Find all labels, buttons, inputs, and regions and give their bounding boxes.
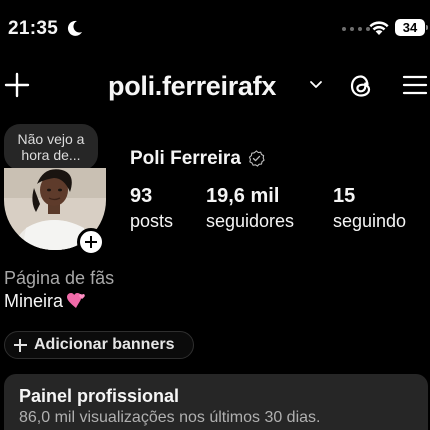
stat-following[interactable]: 15 seguindo <box>333 184 406 233</box>
stat-followers[interactable]: 19,6 mil seguidores <box>206 184 294 233</box>
dashboard-title: Painel profissional <box>19 386 180 406</box>
stat-value: 93 <box>130 185 153 207</box>
moon-icon <box>67 20 82 36</box>
profile-bio: Mineira <box>4 290 86 312</box>
battery-indicator: 34 <box>395 19 428 36</box>
profile-header: poli.ferreirafx <box>0 60 430 112</box>
stat-label: seguindo <box>333 211 407 231</box>
professional-dashboard-card[interactable]: Painel profissional 86,0 mil visualizaçõ… <box>4 374 428 430</box>
profile-category: Página de fãs <box>4 268 115 288</box>
stat-posts[interactable]: 93 posts <box>130 184 173 233</box>
chevron-down-icon[interactable] <box>309 80 323 90</box>
add-banners-button[interactable]: Adicionar banners <box>4 331 194 359</box>
bio-text: Mineira <box>4 291 64 311</box>
stat-value: 15 <box>333 185 356 207</box>
plus-icon[interactable] <box>4 72 30 98</box>
profile-note[interactable]: Não vejo a hora de... <box>4 124 98 178</box>
hamburger-menu-icon[interactable] <box>402 74 428 96</box>
threads-icon[interactable] <box>347 72 375 100</box>
profile-username[interactable]: poli.ferreirafx <box>108 71 276 102</box>
status-time: 21:35 <box>8 18 59 39</box>
status-bar: 21:35 34 <box>0 0 430 56</box>
two-hearts-icon <box>67 293 85 308</box>
verified-badge-icon <box>248 150 265 167</box>
dashboard-subtitle: 86,0 mil visualizações nos últimos 30 di… <box>19 409 321 426</box>
add-banners-label: Adicionar banners <box>34 336 175 353</box>
cellular-signal-icon <box>342 27 370 31</box>
wifi-icon <box>369 21 389 35</box>
stat-value: 19,6 mil <box>206 185 280 207</box>
plus-icon <box>13 338 27 352</box>
add-story-button[interactable] <box>77 228 105 256</box>
stat-label: posts <box>130 211 174 231</box>
profile-full-name: Poli Ferreira <box>130 148 241 169</box>
stat-label: seguidores <box>206 211 295 231</box>
